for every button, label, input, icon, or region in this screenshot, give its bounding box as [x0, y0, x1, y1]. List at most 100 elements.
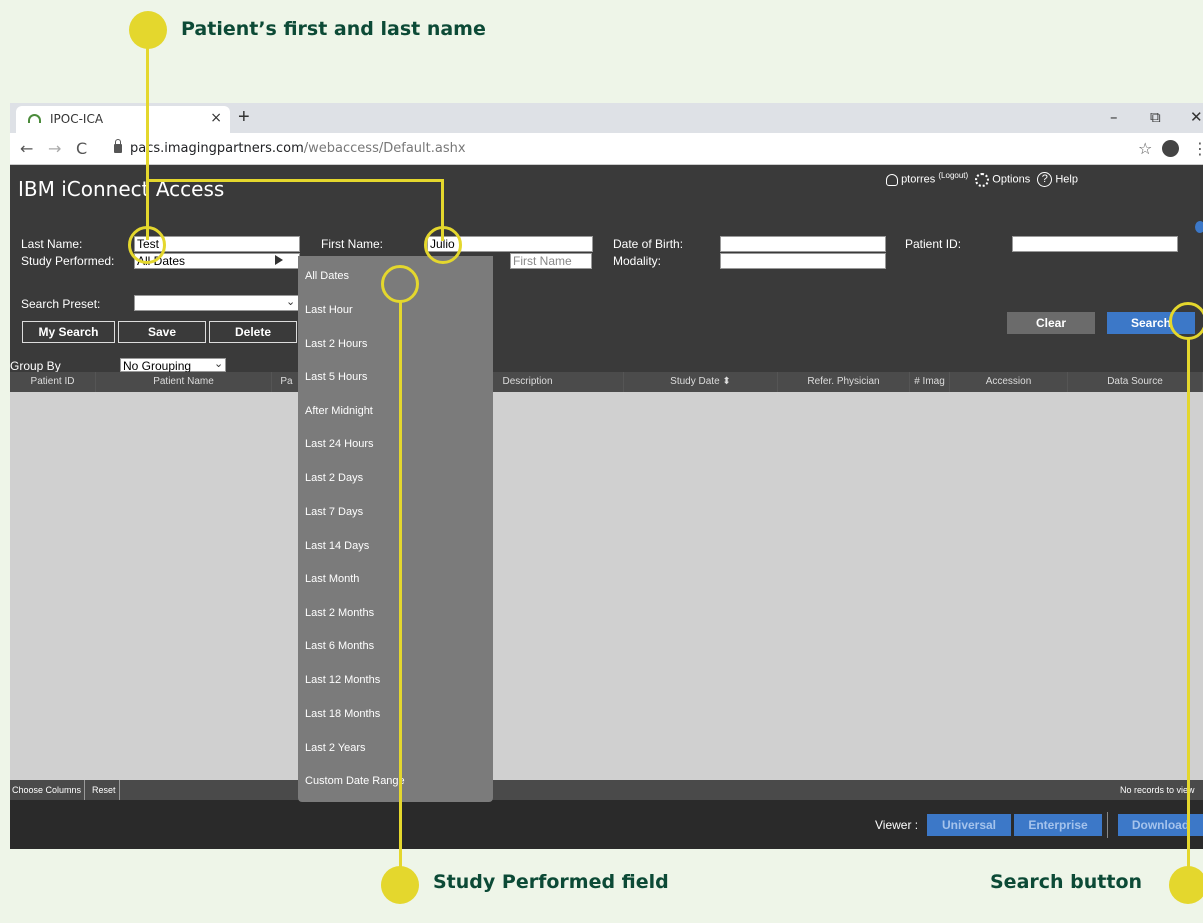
callout-study-label: Study Performed field [433, 871, 669, 893]
column-header[interactable]: Patient ID [10, 372, 96, 392]
browser-tab[interactable]: IPOC-ICA × [16, 106, 230, 133]
forward-icon[interactable]: → [48, 139, 61, 158]
address-bar: ← → C pacs.imagingpartners.com/webaccess… [10, 133, 1203, 165]
callout-search-line [1187, 339, 1190, 874]
bookmark-star-icon[interactable]: ☆ [1138, 139, 1152, 158]
new-tab-icon[interactable]: + [238, 106, 250, 129]
reset-link[interactable]: Reset [92, 780, 120, 800]
restore-icon[interactable]: ⧉ [1150, 108, 1161, 126]
callout-study-line [399, 302, 402, 874]
viewer-label: Viewer : [875, 818, 919, 832]
column-header[interactable]: Data Source [1068, 372, 1203, 392]
dropdown-option[interactable]: Last 14 Days [305, 540, 369, 552]
study-performed-dropdown: All Dates Last Hour Last 2 Hours Last 5 … [298, 256, 493, 802]
patient-id-field[interactable] [1012, 236, 1178, 252]
profile-icon[interactable] [1162, 140, 1179, 157]
user-icon [886, 173, 898, 186]
column-header[interactable]: Accession [950, 372, 1068, 392]
group-by-label: Group By [10, 359, 61, 373]
column-header[interactable]: Refer. Physician [778, 372, 910, 392]
url-host: pacs.imagingpartners.com [130, 141, 304, 156]
column-header[interactable]: Patient Name [96, 372, 272, 392]
dob-label: Date of Birth: [613, 237, 684, 251]
column-header[interactable]: Study Date ⬍ [624, 372, 778, 392]
study-performed-label: Study Performed: [21, 254, 115, 268]
user-bar: ptorres (Logout) Options ? Help [886, 171, 1078, 188]
dropdown-option[interactable]: All Dates [305, 270, 349, 282]
first-name-label: First Name: [321, 237, 384, 251]
no-records-text: No records to view [1120, 785, 1195, 795]
callout-name-dot [129, 11, 167, 49]
site-favicon-icon [28, 114, 41, 123]
dropdown-option[interactable]: Last 2 Days [305, 472, 363, 484]
app-area: IBM iConnect Access ptorres (Logout) Opt… [10, 165, 1203, 849]
logout-link[interactable]: (Logout) [938, 171, 968, 180]
viewer-divider [1107, 812, 1108, 838]
search-highlight-ring [1169, 302, 1203, 340]
choose-columns-link[interactable]: Choose Columns [12, 780, 86, 800]
enterprise-viewer-button[interactable]: Enterprise [1014, 814, 1102, 836]
dropdown-option[interactable]: Last 7 Days [305, 506, 363, 518]
callout-name-bridge [146, 179, 443, 182]
help-link[interactable]: Help [1055, 174, 1078, 186]
first-name-secondary-field[interactable]: First Name [510, 253, 592, 269]
patient-id-label: Patient ID: [905, 237, 962, 251]
dropdown-option[interactable]: Last 12 Months [305, 674, 380, 686]
dropdown-option[interactable]: Last 2 Hours [305, 338, 367, 350]
group-by-chevron-down-icon[interactable]: ⌄ [214, 357, 223, 370]
tab-bar: IPOC-ICA × + – ⧉ ✕ [10, 103, 1203, 133]
options-link[interactable]: Options [992, 174, 1030, 186]
dropdown-option[interactable]: Last 5 Hours [305, 371, 367, 383]
url-path: /webaccess/Default.ashx [303, 141, 466, 156]
callout-search-dot [1169, 866, 1203, 904]
universal-viewer-button[interactable]: Universal [927, 814, 1011, 836]
my-search-button[interactable]: My Search [22, 321, 115, 343]
back-icon[interactable]: ← [20, 139, 33, 158]
column-header[interactable]: # Imag [910, 372, 950, 392]
dropdown-option[interactable]: Last 24 Hours [305, 438, 373, 450]
dropdown-option[interactable]: Last 6 Months [305, 640, 374, 652]
delete-button[interactable]: Delete [209, 321, 297, 343]
dob-field[interactable] [720, 236, 886, 252]
reload-icon[interactable]: C [76, 139, 87, 158]
dropdown-option[interactable]: Last 18 Months [305, 708, 380, 720]
study-highlight-ring [381, 265, 419, 303]
dropdown-option[interactable]: After Midnight [305, 405, 373, 417]
results-grid [10, 392, 1203, 780]
window-close-icon[interactable]: ✕ [1190, 108, 1203, 126]
dropdown-option[interactable]: Last 2 Years [305, 742, 366, 754]
group-by-select[interactable]: No Grouping [120, 358, 226, 373]
dropdown-option[interactable]: Last Hour [305, 304, 353, 316]
browser-menu-icon[interactable]: ⋮ [1192, 139, 1203, 158]
help-icon[interactable]: ? [1037, 172, 1053, 188]
callout-name-label: Patient’s first and last name [181, 18, 486, 40]
callout-search-label: Search button [990, 871, 1143, 893]
tab-close-icon[interactable]: × [210, 110, 222, 126]
modality-field[interactable] [720, 253, 886, 269]
first-name-highlight-ring [424, 226, 462, 264]
info-icon[interactable] [1195, 221, 1203, 233]
callout-study-dot [381, 866, 419, 904]
minimize-icon[interactable]: – [1110, 108, 1118, 126]
callout-name-line [146, 45, 149, 240]
save-button[interactable]: Save [118, 321, 206, 343]
dropdown-option[interactable]: Custom Date Range [305, 775, 405, 787]
dropdown-option[interactable]: Last Month [305, 573, 359, 585]
last-name-label: Last Name: [21, 237, 83, 251]
study-dropdown-arrow-icon[interactable] [275, 255, 283, 265]
preset-chevron-down-icon[interactable]: ⌄ [286, 295, 295, 308]
tab-title: IPOC-ICA [50, 112, 104, 126]
search-preset-label: Search Preset: [21, 297, 101, 311]
grid-footer: Choose Columns Reset No records to view [10, 780, 1203, 800]
options-gear-icon[interactable] [975, 172, 990, 187]
search-preset-select[interactable] [134, 295, 299, 311]
clear-button[interactable]: Clear [1007, 312, 1095, 334]
lock-icon [114, 139, 122, 153]
modality-label: Modality: [613, 254, 662, 268]
url-field[interactable]: pacs.imagingpartners.com/webaccess/Defau… [102, 137, 1152, 161]
viewer-bar: Viewer : Universal Enterprise Download [10, 800, 1203, 849]
url-text: pacs.imagingpartners.com/webaccess/Defau… [130, 141, 466, 156]
dropdown-option[interactable]: Last 2 Months [305, 607, 374, 619]
last-name-highlight-ring [128, 226, 166, 264]
download-button[interactable]: Download [1118, 814, 1203, 836]
